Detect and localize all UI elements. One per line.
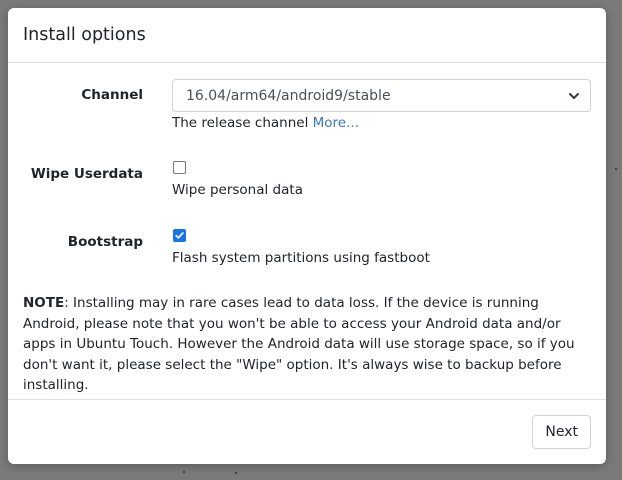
- data-loss-note: NOTE: Installing may in rare cases lead …: [23, 293, 588, 396]
- bootstrap-label: Bootstrap: [67, 234, 143, 250]
- wipe-userdata-label: Wipe Userdata: [30, 166, 143, 182]
- backdrop-dot: [183, 471, 185, 473]
- channel-select[interactable]: 16.04/arm64/android9/stable: [172, 79, 591, 112]
- wipe-userdata-checkbox[interactable]: [173, 161, 186, 174]
- modal-body: Channel 16.04/arm64/android9/stable The …: [8, 63, 606, 399]
- wipe-userdata-help: Wipe personal data: [172, 182, 303, 198]
- bootstrap-help: Flash system partitions using fastboot: [172, 250, 430, 266]
- channel-help: The release channel More...: [172, 115, 359, 131]
- modal-header: Install options: [8, 8, 606, 63]
- backdrop-dot: [235, 472, 237, 474]
- install-options-modal: Install options Channel 16.04/arm64/andr…: [8, 8, 606, 464]
- bootstrap-checkbox[interactable]: [173, 229, 186, 242]
- next-button[interactable]: Next: [532, 415, 591, 449]
- backdrop-dot: [615, 168, 617, 170]
- chevron-down-icon: [569, 92, 579, 99]
- note-text: : Installing may in rare cases lead to d…: [23, 295, 575, 393]
- channel-more-link[interactable]: More...: [313, 115, 359, 131]
- note-prefix: NOTE: [23, 295, 65, 311]
- channel-select-value: 16.04/arm64/android9/stable: [186, 87, 391, 104]
- modal-footer: Next: [8, 399, 606, 464]
- checkmark-icon: [175, 232, 184, 239]
- modal-title: Install options: [23, 25, 146, 45]
- channel-label: Channel: [81, 87, 143, 103]
- channel-help-text: The release channel: [172, 115, 309, 131]
